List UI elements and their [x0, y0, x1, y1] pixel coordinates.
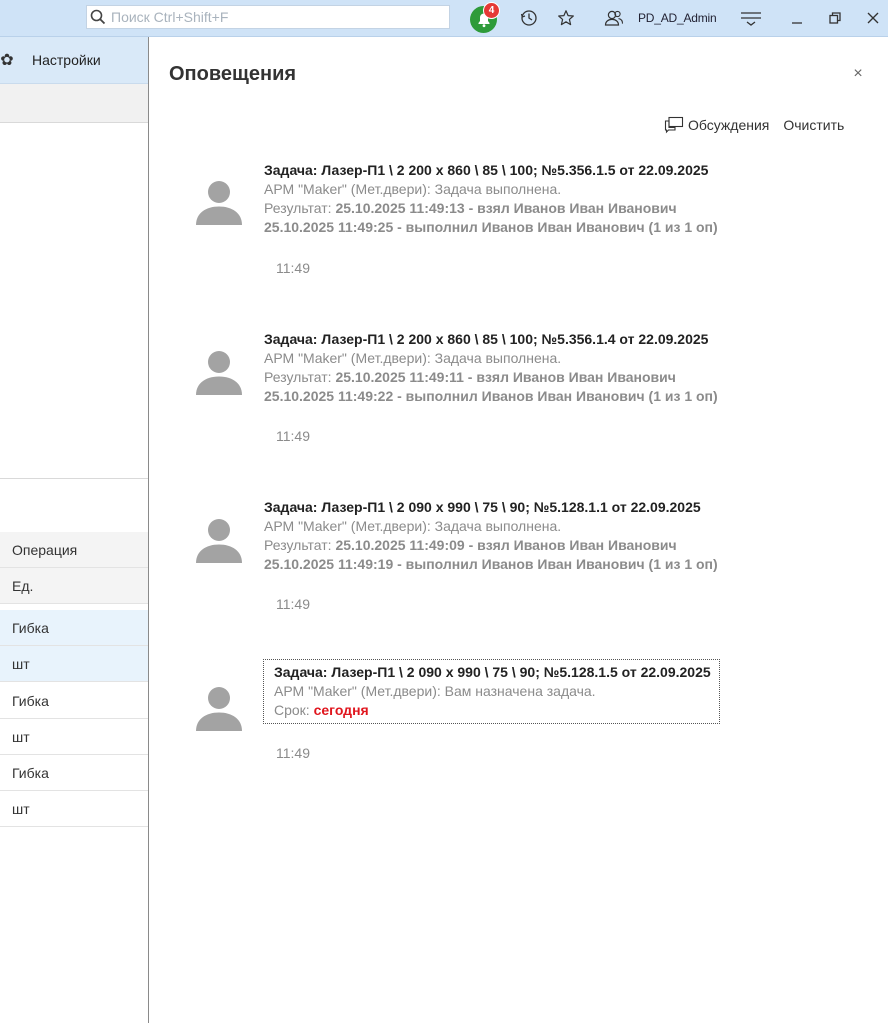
minimize-icon[interactable] [784, 5, 810, 31]
settings-label: Настройки [32, 52, 101, 68]
result-value: 25.10.2025 11:49:09 - взял Иванов Иван И… [335, 537, 677, 553]
close-icon[interactable] [860, 5, 886, 31]
notification-text: АРМ "Maker" (Мет.двери): Задача выполнен… [264, 181, 562, 197]
table-row[interactable]: шт [0, 719, 148, 755]
notification-text: АРМ "Maker" (Мет.двери): Задача выполнен… [264, 350, 562, 366]
search-box[interactable] [86, 5, 450, 29]
due-label: Срок: [274, 702, 314, 718]
result-label: Результат: [264, 369, 336, 385]
header-label: Ед. [12, 577, 34, 594]
unit-cell: шт [12, 655, 30, 672]
gear-icon: ✿ [0, 52, 14, 69]
notification-due: Срок: сегодня [274, 701, 711, 720]
chat-icon [664, 116, 684, 134]
discussions-label: Обсуждения [688, 117, 770, 133]
column-header-unit[interactable]: Ед. [0, 568, 148, 604]
notification-result-line: 25.10.2025 11:49:25 - выполнил Иванов Ив… [264, 219, 718, 235]
unit-cell: шт [12, 728, 30, 745]
notifications-count-badge: 4 [483, 2, 500, 19]
notification-time: 11:49 [276, 745, 310, 761]
operation-cell: Гибка [12, 764, 49, 781]
operation-cell: Гибка [12, 619, 49, 636]
user-icon[interactable] [601, 5, 627, 31]
star-icon[interactable] [553, 5, 579, 31]
table-row[interactable]: шт [0, 791, 148, 827]
table-row[interactable]: Гибка [0, 683, 148, 719]
result-value: 25.10.2025 11:49:11 - взял Иванов Иван И… [335, 369, 676, 385]
search-icon[interactable] [87, 6, 109, 28]
notification-result-line: 25.10.2025 11:49:19 - выполнил Иванов Ив… [264, 556, 718, 572]
divider [0, 478, 148, 479]
history-icon[interactable] [516, 5, 542, 31]
notification-text: АРМ "Maker" (Мет.двери): Задача выполнен… [264, 518, 562, 534]
toolbar-band [0, 84, 148, 123]
result-label: Результат: [264, 200, 336, 216]
search-input[interactable] [109, 9, 433, 25]
notification-result: Результат: 25.10.2025 11:49:09 - взял Ив… [264, 536, 804, 555]
top-bar: 4 PD_AD_Admin [0, 0, 888, 37]
avatar-icon [193, 175, 245, 227]
notification-result: Результат: 25.10.2025 11:49:13 - взял Ив… [264, 199, 804, 218]
table-row[interactable]: Гибка [0, 755, 148, 791]
notification-result: Результат: 25.10.2025 11:49:11 - взял Ив… [264, 368, 804, 387]
due-value: сегодня [313, 702, 369, 718]
panel-title: Оповещения [169, 63, 297, 85]
left-panel: ✿ Настройки Операция Ед. Гибка шт Гибка … [0, 37, 148, 1023]
notification-message: Задача: Лазер-П1 \ 2 200 x 860 \ 85 \ 10… [264, 330, 804, 406]
notification-time: 11:49 [276, 260, 310, 276]
menu-icon[interactable] [738, 5, 764, 31]
avatar-icon [193, 513, 245, 565]
clear-button[interactable]: Очистить [783, 117, 844, 133]
notification-title: Задача: Лазер-П1 \ 2 200 x 860 \ 85 \ 10… [264, 162, 709, 178]
result-value: 25.10.2025 11:49:13 - взял Иванов Иван И… [335, 200, 677, 216]
unit-cell: шт [12, 800, 30, 817]
panel-actions: Обсуждения Очистить [664, 115, 844, 135]
user-name[interactable]: PD_AD_Admin [638, 11, 717, 25]
notification-time: 11:49 [276, 596, 310, 612]
notification-title: Задача: Лазер-П1 \ 2 200 x 860 \ 85 \ 10… [264, 331, 709, 347]
avatar-icon [193, 345, 245, 397]
column-header-operation[interactable]: Операция [0, 532, 148, 568]
notifications-panel: Оповещения × Обсуждения Очистить Задача:… [149, 37, 888, 1023]
restore-icon[interactable] [822, 5, 848, 31]
settings-tab[interactable]: ✿ Настройки [0, 37, 148, 84]
table-row[interactable]: шт [0, 646, 148, 682]
table-row[interactable]: Гибка [0, 610, 148, 646]
notification-time: 11:49 [276, 428, 310, 444]
operation-cell: Гибка [12, 692, 49, 709]
notification-message: Задача: Лазер-П1 \ 2 090 x 990 \ 75 \ 90… [263, 659, 720, 724]
notifications-button[interactable]: 4 [470, 2, 500, 34]
notification-text: АРМ "Maker" (Мет.двери): Вам назначена з… [274, 683, 596, 699]
result-label: Результат: [264, 537, 336, 553]
discussions-button[interactable]: Обсуждения [664, 116, 769, 134]
avatar-icon [193, 681, 245, 733]
notification-message: Задача: Лазер-П1 \ 2 090 x 990 \ 75 \ 90… [264, 498, 804, 574]
notification-title: Задача: Лазер-П1 \ 2 090 x 990 \ 75 \ 90… [274, 664, 711, 680]
panel-close-button[interactable]: × [849, 65, 867, 83]
notification-result-line: 25.10.2025 11:49:22 - выполнил Иванов Ив… [264, 388, 718, 404]
notification-title: Задача: Лазер-П1 \ 2 090 x 990 \ 75 \ 90… [264, 499, 701, 515]
header-label: Операция [12, 541, 78, 558]
notification-message: Задача: Лазер-П1 \ 2 200 x 860 \ 85 \ 10… [264, 161, 804, 237]
